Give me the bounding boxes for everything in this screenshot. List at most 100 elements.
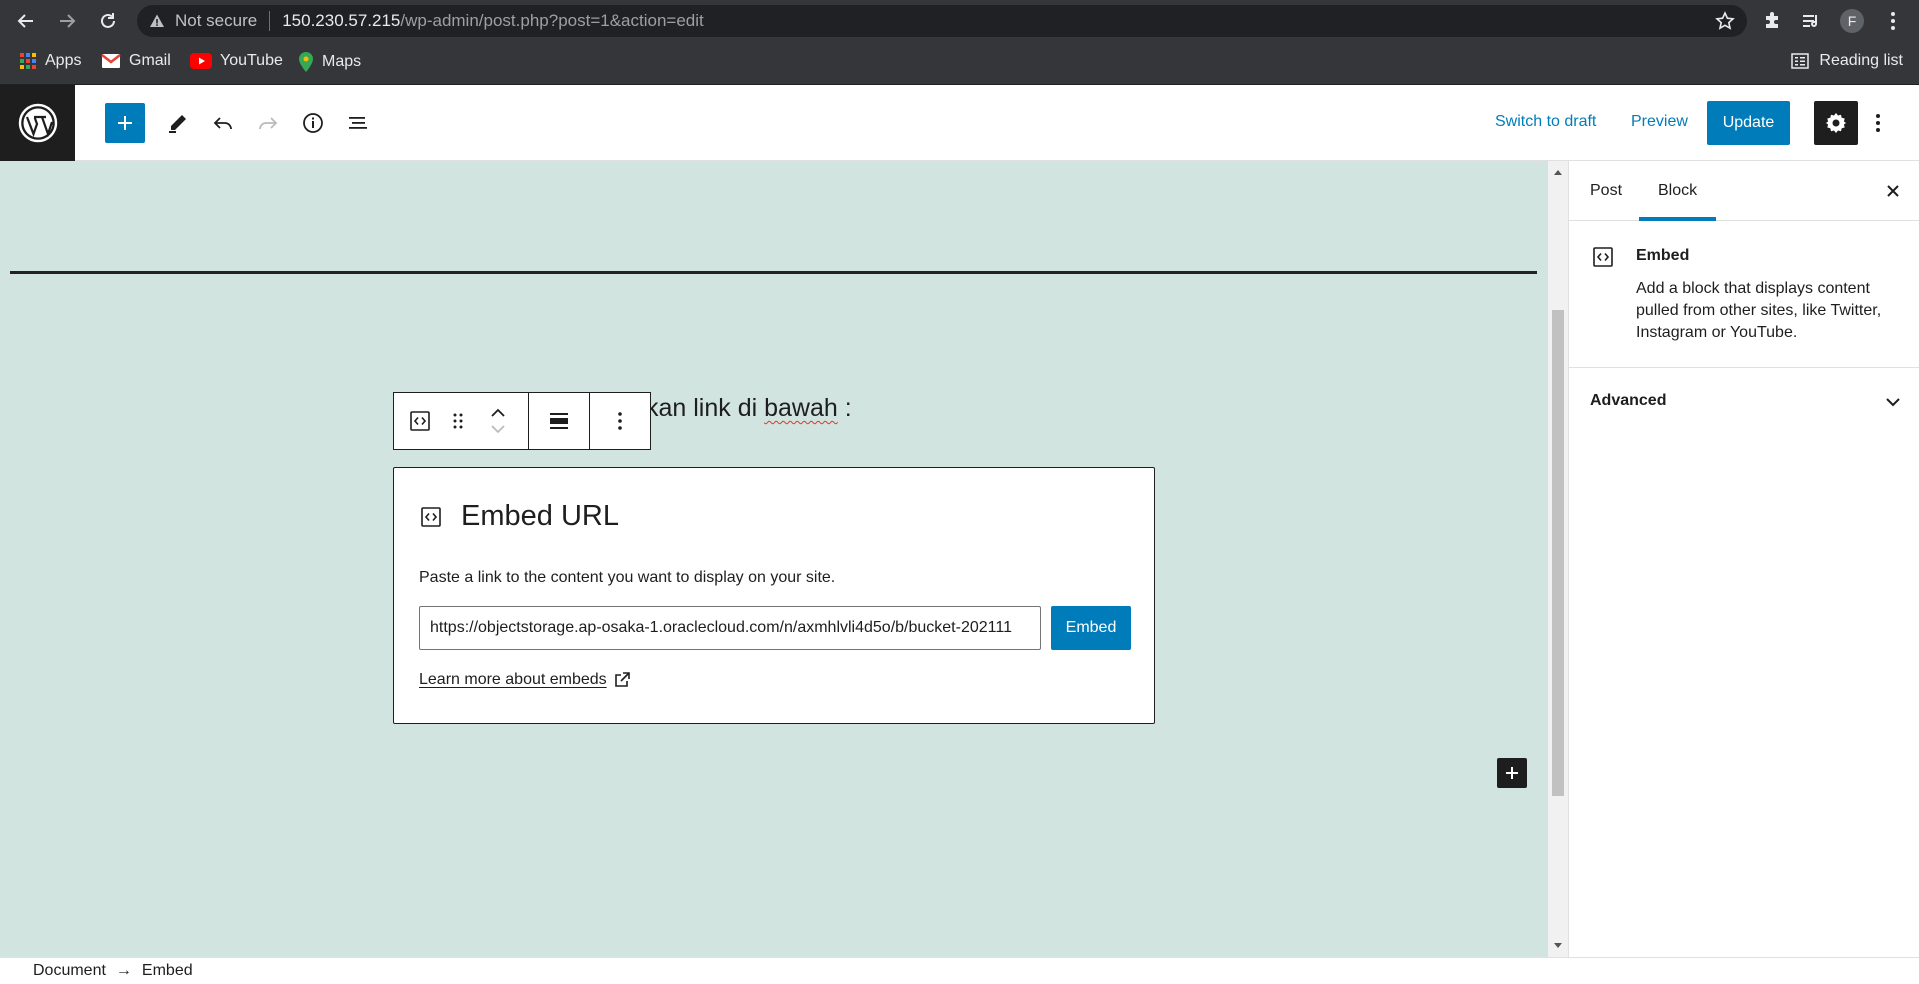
embed-description: Paste a link to the content you want to … (419, 569, 836, 586)
embed-icon (421, 506, 441, 527)
forward-button[interactable] (53, 7, 81, 35)
tools-button[interactable] (160, 105, 196, 141)
close-icon (1887, 185, 1899, 197)
pencil-icon (169, 115, 186, 133)
switch-to-draft-button[interactable]: Switch to draft (1495, 113, 1596, 131)
reading-list-button[interactable]: Reading list (1791, 52, 1903, 70)
browser-toolbar: Not secure 150.230.57.215/wp-admin/post.… (0, 0, 1919, 42)
separator-block[interactable] (10, 271, 1537, 274)
canvas-scrollbar[interactable] (1548, 161, 1568, 957)
drag-handle[interactable] (446, 393, 470, 449)
external-link-icon (614, 672, 630, 687)
list-view-icon (349, 117, 367, 129)
learn-more-link[interactable]: Learn more about embeds (419, 671, 631, 689)
block-card-description: Add a block that displays content pulled… (1636, 280, 1882, 341)
drag-handle-icon (453, 413, 463, 429)
paragraph-text: : (837, 394, 852, 422)
embed-url-input[interactable]: https://objectstorage.ap-osaka-1.oraclec… (419, 606, 1041, 650)
move-buttons (470, 393, 525, 449)
tab-post[interactable]: Post (1590, 182, 1622, 200)
breadcrumb-arrow: → (115, 962, 132, 979)
bookmark-label: Apps (45, 52, 82, 69)
sidebar-tabs: Post Block (1569, 161, 1919, 221)
breadcrumb-current[interactable]: Embed (142, 962, 193, 980)
chrome-menu-button[interactable] (1879, 7, 1907, 35)
scrollbar-thumb[interactable] (1552, 310, 1564, 796)
learn-more-label: Learn more about embeds (419, 671, 607, 688)
block-inserter-button[interactable] (105, 103, 145, 143)
profile-avatar[interactable]: F (1840, 9, 1864, 33)
bookmark-gmail[interactable]: Gmail (101, 52, 171, 70)
back-button[interactable] (12, 7, 40, 35)
gear-icon (1826, 113, 1846, 133)
add-block-button[interactable] (1497, 758, 1527, 788)
bookmark-label: Gmail (129, 52, 171, 69)
advanced-label: Advanced (1590, 392, 1667, 409)
url-text[interactable]: 150.230.57.215/wp-admin/post.php?post=1&… (282, 11, 704, 31)
arrow-right-icon (60, 14, 76, 28)
embed-icon (1593, 247, 1613, 267)
tab-block[interactable]: Block (1658, 182, 1697, 200)
scroll-down-arrow[interactable] (1553, 941, 1563, 951)
align-button[interactable] (548, 393, 570, 449)
block-toolbar-group-main (394, 393, 529, 449)
warning-icon (150, 14, 164, 27)
details-button[interactable] (295, 105, 331, 141)
align-none-icon (550, 413, 568, 429)
block-toolbar-group-align (529, 393, 590, 449)
bookmark-youtube[interactable]: YouTube (190, 52, 283, 70)
breadcrumb-document[interactable]: Document (33, 962, 106, 980)
chevron-down-icon[interactable] (490, 424, 506, 434)
undo-icon (213, 117, 232, 130)
extensions-button[interactable] (1758, 7, 1786, 35)
misspelled-word: bawah (764, 394, 838, 422)
undo-button[interactable] (205, 105, 241, 141)
bookmark-maps[interactable]: Maps (298, 52, 361, 72)
arrow-left-icon (17, 14, 33, 28)
media-button[interactable] (1797, 7, 1825, 35)
block-card-title: Embed (1636, 247, 1690, 264)
redo-button[interactable] (250, 105, 286, 141)
block-toolbar-group-more (590, 393, 650, 449)
update-button[interactable]: Update (1707, 101, 1790, 145)
block-card: Embed Add a block that displays content … (1569, 221, 1919, 368)
reload-icon (101, 13, 115, 28)
advanced-panel-toggle[interactable]: Advanced (1569, 368, 1919, 436)
plus-icon (1506, 767, 1518, 779)
paragraph-text: kan link di (646, 394, 765, 422)
youtube-icon (190, 53, 212, 69)
scroll-up-arrow[interactable] (1553, 167, 1563, 177)
close-sidebar-button[interactable] (1879, 177, 1907, 205)
options-menu-button[interactable] (1866, 105, 1890, 141)
kebab-menu-icon (1891, 12, 1895, 30)
editor-header: Switch to draft Preview Update (0, 85, 1919, 161)
plus-icon (118, 116, 132, 130)
wordpress-logo-button[interactable] (0, 85, 75, 161)
bookmark-star-icon[interactable] (1715, 11, 1735, 31)
info-icon (303, 113, 323, 133)
bookmarks-bar: Apps Gmail YouTube Maps Reading list (0, 42, 1919, 85)
security-label: Not secure (175, 11, 258, 30)
address-bar[interactable]: Not secure 150.230.57.215/wp-admin/post.… (137, 5, 1747, 37)
reading-list-icon (1791, 53, 1810, 69)
apps-grid-icon (20, 53, 36, 69)
bookmark-label: YouTube (220, 52, 283, 69)
embed-submit-button[interactable]: Embed (1051, 606, 1131, 650)
wordpress-logo-icon (18, 103, 57, 143)
block-toolbar (393, 392, 651, 450)
embed-block[interactable]: Embed URL Paste a link to the content yo… (393, 467, 1155, 724)
kebab-menu-icon (618, 412, 622, 430)
block-type-switcher[interactable] (394, 393, 446, 449)
list-view-button[interactable] (340, 105, 376, 141)
settings-button[interactable] (1814, 101, 1858, 145)
preview-button[interactable]: Preview (1631, 113, 1688, 131)
embed-title: Embed URL (461, 500, 619, 532)
gmail-icon (101, 54, 121, 68)
maps-icon (299, 52, 313, 72)
bookmark-apps[interactable]: Apps (19, 52, 81, 70)
chevron-up-icon[interactable] (490, 408, 506, 418)
reload-button[interactable] (94, 7, 122, 35)
paragraph-block[interactable]: kan link di bawah : (646, 394, 852, 423)
editor-canvas[interactable]: kan link di bawah : Embed URL Paste a li… (0, 161, 1548, 957)
block-options-button[interactable] (617, 393, 623, 449)
